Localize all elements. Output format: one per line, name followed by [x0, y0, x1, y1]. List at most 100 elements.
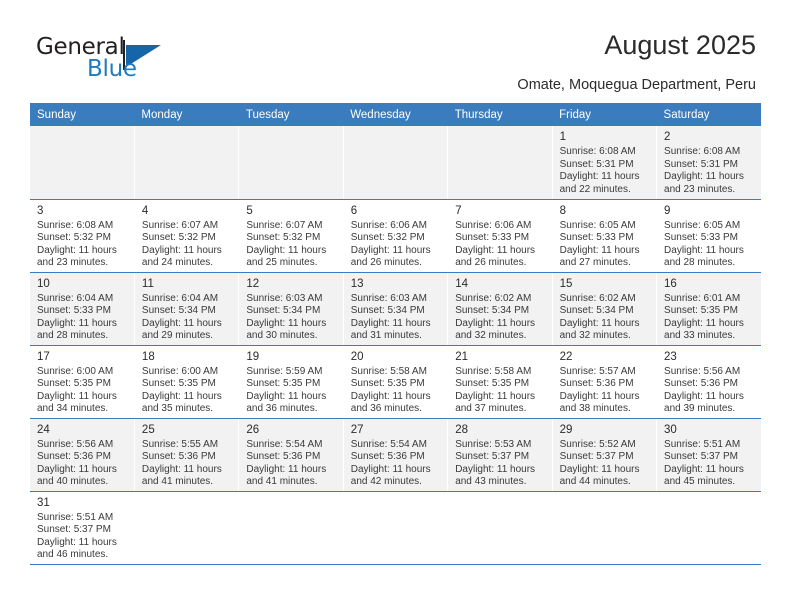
calendar-day-cell[interactable]: 4 Sunrise: 6:07 AM Sunset: 5:32 PM Daylig… — [134, 199, 240, 273]
calendar-day-cell[interactable]: 25 Sunrise: 5:55 AM Sunset: 5:36 PM Dayli… — [134, 418, 240, 492]
day-number: 11 — [141, 277, 154, 290]
day-cell-content: 7 Sunrise: 6:06 AM Sunset: 5:33 PM Daylig… — [448, 200, 551, 270]
calendar-day-cell[interactable]: 31 Sunrise: 5:51 AM Sunset: 5:37 PM Dayli… — [30, 491, 135, 565]
calendar-day-cell[interactable]: 18 Sunrise: 6:00 AM Sunset: 5:35 PM Dayli… — [134, 345, 240, 419]
calendar-day-cell[interactable]: 2 Sunrise: 6:08 AM Sunset: 5:31 PM Daylig… — [656, 126, 761, 200]
calendar-day-cell[interactable]: 24 Sunrise: 5:56 AM Sunset: 5:36 PM Dayli… — [30, 418, 135, 492]
calendar-week-row: 10 Sunrise: 6:04 AM Sunset: 5:33 PM Dayli… — [30, 272, 761, 346]
calendar-day-cell[interactable]: 1 Sunrise: 6:08 AM Sunset: 5:31 PM Daylig… — [552, 126, 658, 200]
day-number: 9 — [664, 204, 671, 217]
day-number: 12 — [246, 277, 260, 290]
day-cell-content: 6 Sunrise: 6:06 AM Sunset: 5:32 PM Daylig… — [344, 200, 447, 270]
day-sun-details: Sunrise: 6:05 AM Sunset: 5:33 PM Dayligh… — [559, 219, 640, 269]
day-number: 2 — [664, 131, 671, 143]
calendar-week-row: 3 Sunrise: 6:08 AM Sunset: 5:32 PM Daylig… — [30, 199, 761, 273]
calendar-day-cell[interactable]: 7 Sunrise: 6:06 AM Sunset: 5:33 PM Daylig… — [447, 199, 553, 273]
day-sun-details: Sunrise: 5:56 AM Sunset: 5:36 PM Dayligh… — [37, 438, 117, 488]
weekday-header-monday: Monday — [134, 103, 239, 126]
day-number: 10 — [37, 277, 50, 290]
calendar-day-cell[interactable]: 13 Sunrise: 6:03 AM Sunset: 5:34 PM Dayli… — [343, 272, 449, 346]
day-sun-details: Sunrise: 5:56 AM Sunset: 5:36 PM Dayligh… — [664, 365, 744, 415]
day-cell-content: 23 Sunrise: 5:56 AM Sunset: 5:36 PM Dayli… — [657, 346, 761, 416]
logo-text-blue: Blue — [87, 56, 137, 82]
calendar-day-cell[interactable]: 11 Sunrise: 6:04 AM Sunset: 5:34 PM Dayli… — [134, 272, 240, 346]
calendar-day-cell[interactable]: 19 Sunrise: 5:59 AM Sunset: 5:35 PM Dayli… — [238, 345, 344, 419]
page-title: August 2025 — [604, 30, 756, 60]
calendar-day-cell[interactable]: 21 Sunrise: 5:58 AM Sunset: 5:35 PM Dayli… — [447, 345, 553, 419]
day-number: 20 — [350, 350, 364, 363]
calendar-day-cell[interactable]: 29 Sunrise: 5:52 AM Sunset: 5:37 PM Dayli… — [552, 418, 658, 492]
day-number: 1 — [559, 131, 567, 143]
day-cell-content: 10 Sunrise: 6:04 AM Sunset: 5:33 PM Dayli… — [30, 273, 133, 343]
day-cell-content: 20 Sunrise: 5:58 AM Sunset: 5:35 PM Dayli… — [344, 346, 447, 416]
calendar-week-row: 24 Sunrise: 5:56 AM Sunset: 5:36 PM Dayli… — [30, 418, 761, 492]
calendar-day-cell[interactable]: 9 Sunrise: 6:05 AM Sunset: 5:33 PM Daylig… — [656, 199, 761, 273]
calendar-day-cell[interactable]: 6 Sunrise: 6:06 AM Sunset: 5:32 PM Daylig… — [343, 199, 449, 273]
day-sun-details: Sunrise: 6:00 AM Sunset: 5:35 PM Dayligh… — [141, 365, 222, 415]
day-sun-details: Sunrise: 5:53 AM Sunset: 5:37 PM Dayligh… — [455, 438, 536, 488]
calendar-day-cell[interactable]: 22 Sunrise: 5:57 AM Sunset: 5:36 PM Dayli… — [552, 345, 658, 419]
weekday-header-saturday: Saturday — [656, 103, 761, 126]
day-sun-details: Sunrise: 6:06 AM Sunset: 5:32 PM Dayligh… — [350, 219, 431, 269]
calendar-day-cell[interactable]: 23 Sunrise: 5:56 AM Sunset: 5:36 PM Dayli… — [656, 345, 761, 419]
day-number: 6 — [350, 204, 358, 217]
day-number: 19 — [246, 350, 260, 363]
day-cell-content: 24 Sunrise: 5:56 AM Sunset: 5:36 PM Dayli… — [30, 419, 133, 489]
day-number: 14 — [455, 277, 468, 290]
calendar-day-cell[interactable]: 17 Sunrise: 6:00 AM Sunset: 5:35 PM Dayli… — [30, 345, 135, 419]
day-sun-details: Sunrise: 6:03 AM Sunset: 5:34 PM Dayligh… — [246, 292, 327, 342]
day-number: 8 — [559, 204, 567, 217]
day-sun-details: Sunrise: 6:07 AM Sunset: 5:32 PM Dayligh… — [141, 219, 222, 269]
calendar-day-cell[interactable]: 30 Sunrise: 5:51 AM Sunset: 5:37 PM Dayli… — [656, 418, 761, 492]
calendar-day-cell[interactable]: 10 Sunrise: 6:04 AM Sunset: 5:33 PM Dayli… — [30, 272, 135, 346]
day-sun-details: Sunrise: 5:58 AM Sunset: 5:35 PM Dayligh… — [350, 365, 431, 415]
calendar-day-cell[interactable]: 8 Sunrise: 6:05 AM Sunset: 5:33 PM Daylig… — [552, 199, 658, 273]
day-cell-content: 29 Sunrise: 5:52 AM Sunset: 5:37 PM Dayli… — [553, 419, 656, 489]
day-cell-content: 26 Sunrise: 5:54 AM Sunset: 5:36 PM Dayli… — [239, 419, 342, 489]
calendar-day-cell[interactable]: 28 Sunrise: 5:53 AM Sunset: 5:37 PM Dayli… — [447, 418, 553, 492]
day-number: 25 — [141, 423, 155, 436]
day-cell-content: 5 Sunrise: 6:07 AM Sunset: 5:32 PM Daylig… — [239, 200, 342, 270]
day-cell-content: 9 Sunrise: 6:05 AM Sunset: 5:33 PM Daylig… — [657, 200, 761, 270]
day-number: 15 — [559, 277, 573, 290]
calendar-day-cell-empty — [343, 491, 449, 565]
day-sun-details: Sunrise: 6:01 AM Sunset: 5:35 PM Dayligh… — [664, 292, 744, 342]
calendar-day-cell-empty — [343, 126, 449, 200]
calendar-day-cell[interactable]: 20 Sunrise: 5:58 AM Sunset: 5:35 PM Dayli… — [343, 345, 449, 419]
calendar-week-row: 31 Sunrise: 5:51 AM Sunset: 5:37 PM Dayli… — [30, 491, 761, 565]
day-cell-content: 8 Sunrise: 6:05 AM Sunset: 5:33 PM Daylig… — [553, 200, 656, 270]
calendar-day-cell[interactable]: 16 Sunrise: 6:01 AM Sunset: 5:35 PM Dayli… — [656, 272, 761, 346]
day-number: 31 — [37, 496, 50, 509]
calendar-day-cell[interactable]: 27 Sunrise: 5:54 AM Sunset: 5:36 PM Dayli… — [343, 418, 449, 492]
day-sun-details: Sunrise: 6:06 AM Sunset: 5:33 PM Dayligh… — [455, 219, 536, 269]
calendar-day-cell[interactable]: 3 Sunrise: 6:08 AM Sunset: 5:32 PM Daylig… — [30, 199, 135, 273]
calendar-week-row: 17 Sunrise: 6:00 AM Sunset: 5:35 PM Dayli… — [30, 345, 761, 419]
sunrise-sunset-calendar: Sunday Monday Tuesday Wednesday Thursday… — [30, 103, 761, 565]
day-sun-details: Sunrise: 6:07 AM Sunset: 5:32 PM Dayligh… — [246, 219, 327, 269]
calendar-day-cell-empty — [656, 491, 761, 565]
day-cell-content: 17 Sunrise: 6:00 AM Sunset: 5:35 PM Dayli… — [30, 346, 133, 416]
day-sun-details: Sunrise: 6:04 AM Sunset: 5:33 PM Dayligh… — [37, 292, 117, 342]
day-number: 18 — [141, 350, 155, 363]
calendar-day-cell-empty — [552, 491, 658, 565]
day-number: 28 — [455, 423, 468, 436]
page-header: General Blue August 2025 Omate, Moquegua… — [0, 0, 792, 103]
calendar-day-cell[interactable]: 12 Sunrise: 6:03 AM Sunset: 5:34 PM Dayli… — [238, 272, 344, 346]
day-sun-details: Sunrise: 5:51 AM Sunset: 5:37 PM Dayligh… — [37, 511, 117, 561]
day-number: 13 — [350, 277, 364, 290]
weekday-header-wednesday: Wednesday — [343, 103, 448, 126]
calendar-day-cell[interactable]: 15 Sunrise: 6:02 AM Sunset: 5:34 PM Dayli… — [552, 272, 658, 346]
day-sun-details: Sunrise: 6:00 AM Sunset: 5:35 PM Dayligh… — [37, 365, 117, 415]
day-sun-details: Sunrise: 6:04 AM Sunset: 5:34 PM Dayligh… — [141, 292, 222, 342]
day-number: 30 — [664, 423, 677, 436]
calendar-day-cell[interactable]: 5 Sunrise: 6:07 AM Sunset: 5:32 PM Daylig… — [238, 199, 344, 273]
calendar-day-cell[interactable]: 26 Sunrise: 5:54 AM Sunset: 5:36 PM Dayli… — [238, 418, 344, 492]
day-number: 5 — [246, 204, 253, 217]
day-sun-details: Sunrise: 6:03 AM Sunset: 5:34 PM Dayligh… — [350, 292, 431, 342]
calendar-day-cell[interactable]: 14 Sunrise: 6:02 AM Sunset: 5:34 PM Dayli… — [447, 272, 553, 346]
day-cell-content: 1 Sunrise: 6:08 AM Sunset: 5:31 PM Daylig… — [553, 126, 656, 196]
day-cell-content: 27 Sunrise: 5:54 AM Sunset: 5:36 PM Dayli… — [344, 419, 447, 489]
general-blue-logo[interactable]: General Blue — [36, 34, 166, 84]
day-sun-details: Sunrise: 5:51 AM Sunset: 5:37 PM Dayligh… — [664, 438, 744, 488]
day-number: 29 — [559, 423, 573, 436]
